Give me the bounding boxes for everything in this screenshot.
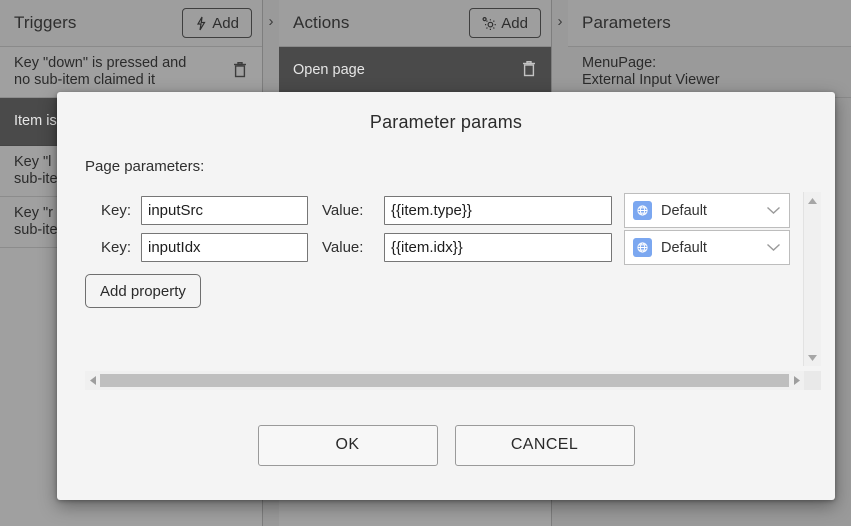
parameter-type-select[interactable]: Default: [624, 230, 790, 265]
key-input[interactable]: [141, 233, 308, 262]
globe-icon: [633, 238, 652, 257]
parameter-type-value: Default: [661, 239, 707, 256]
dialog-body: Page parameters: Key: Value:: [57, 147, 835, 390]
scroll-down-arrow-icon[interactable]: [804, 349, 821, 366]
add-property-row: Add property: [85, 266, 803, 308]
list-item[interactable]: Open page: [279, 47, 551, 95]
parameters-header: Parameters: [568, 0, 851, 47]
actions-title: Actions: [293, 13, 350, 32]
parameters-viewport: Key: Value: De: [85, 192, 803, 366]
parameter-params-dialog: Parameter params Page parameters: Key: V…: [57, 92, 835, 500]
add-trigger-label: Add: [212, 14, 239, 32]
value-input[interactable]: [384, 196, 612, 225]
lightning-bolt-icon: [195, 16, 207, 31]
actions-header: Actions Add: [279, 0, 551, 47]
chevron-down-icon: [766, 202, 781, 220]
trash-icon[interactable]: [521, 59, 537, 82]
trigger-text: Key "l sub-ite: [14, 154, 58, 187]
value-label: Value:: [322, 202, 364, 219]
trigger-text: Key "down" is pressed and no sub-item cl…: [14, 55, 187, 88]
cancel-button[interactable]: CANCEL: [454, 424, 635, 466]
parameter-row: Key: Value: De: [85, 192, 803, 229]
add-action-button[interactable]: Add: [469, 8, 541, 38]
ok-button[interactable]: OK: [257, 424, 438, 466]
triggers-header: Triggers Add: [0, 0, 262, 47]
dialog-footer: OK CANCEL: [57, 390, 835, 500]
trash-icon[interactable]: [232, 61, 248, 84]
triggers-title: Triggers: [14, 13, 77, 32]
list-item[interactable]: MenuPage: External Input Viewer: [568, 47, 851, 98]
horizontal-scroll-thumb[interactable]: [100, 374, 789, 387]
scroll-left-arrow-icon[interactable]: [85, 376, 100, 385]
parameters-scroll-pane: Key: Value: De: [85, 192, 821, 390]
add-action-label: Add: [501, 14, 528, 32]
key-label: Key:: [100, 202, 131, 219]
horizontal-scrollbar[interactable]: [85, 371, 804, 390]
chevron-down-icon: [766, 239, 781, 257]
scroll-right-arrow-icon[interactable]: [789, 376, 804, 385]
parameter-row: Key: Value: De: [85, 229, 803, 266]
parameters-title: Parameters: [582, 13, 671, 32]
parameter-type-select[interactable]: Default: [624, 193, 790, 228]
key-input[interactable]: [141, 196, 308, 225]
scroll-up-arrow-icon[interactable]: [804, 192, 821, 209]
globe-icon: [633, 201, 652, 220]
list-item[interactable]: Key "down" is pressed and no sub-item cl…: [0, 47, 262, 98]
value-input[interactable]: [384, 233, 612, 262]
action-text: Open page: [293, 62, 365, 78]
scrollbar-corner: [804, 371, 821, 390]
vertical-scrollbar[interactable]: [803, 192, 821, 366]
page-parameters-label: Page parameters:: [85, 158, 205, 175]
parameter-type-value: Default: [661, 202, 707, 219]
dialog-title: Parameter params: [369, 112, 523, 132]
value-label: Value:: [322, 239, 364, 256]
trigger-text: Item is: [14, 113, 57, 129]
add-trigger-button[interactable]: Add: [182, 8, 252, 38]
add-property-button[interactable]: Add property: [85, 274, 201, 308]
trigger-text: Key "r sub-ite: [14, 205, 58, 238]
parameter-text: MenuPage: External Input Viewer: [582, 55, 720, 88]
app-root: Triggers Add Key "down" is pressed and n…: [0, 0, 851, 526]
key-label: Key:: [100, 239, 131, 256]
gear-icon: [482, 16, 497, 31]
